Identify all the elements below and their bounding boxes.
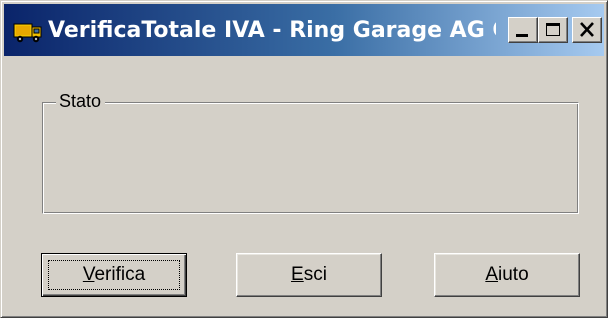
dialog-window: VerificaTotale IVA - Ring Garage AG C...… — [0, 0, 608, 318]
esci-mnemonic: E — [291, 264, 304, 285]
title-bar[interactable]: VerificaTotale IVA - Ring Garage AG C... — [4, 4, 604, 56]
close-icon — [580, 22, 594, 37]
minimize-icon — [516, 34, 528, 37]
aiuto-button[interactable]: Aiuto — [434, 253, 580, 297]
verifica-mnemonic: V — [82, 264, 95, 285]
truck-icon — [13, 23, 42, 43]
maximize-icon — [546, 23, 560, 36]
verifica-button[interactable]: Verifica — [41, 253, 187, 297]
aiuto-mnemonic: A — [485, 264, 499, 285]
esci-label: sci — [303, 264, 327, 285]
aiuto-label: iuto — [498, 264, 529, 285]
close-button[interactable] — [572, 17, 602, 43]
maximize-button[interactable] — [538, 17, 568, 43]
verifica-label: erifica — [94, 264, 146, 285]
status-group-label: Stato — [56, 89, 106, 113]
esci-button[interactable]: Esci — [236, 253, 382, 297]
minimize-button[interactable] — [508, 17, 538, 43]
status-groupbox — [42, 102, 579, 214]
window-title: VerificaTotale IVA - Ring Garage AG C... — [48, 18, 496, 43]
